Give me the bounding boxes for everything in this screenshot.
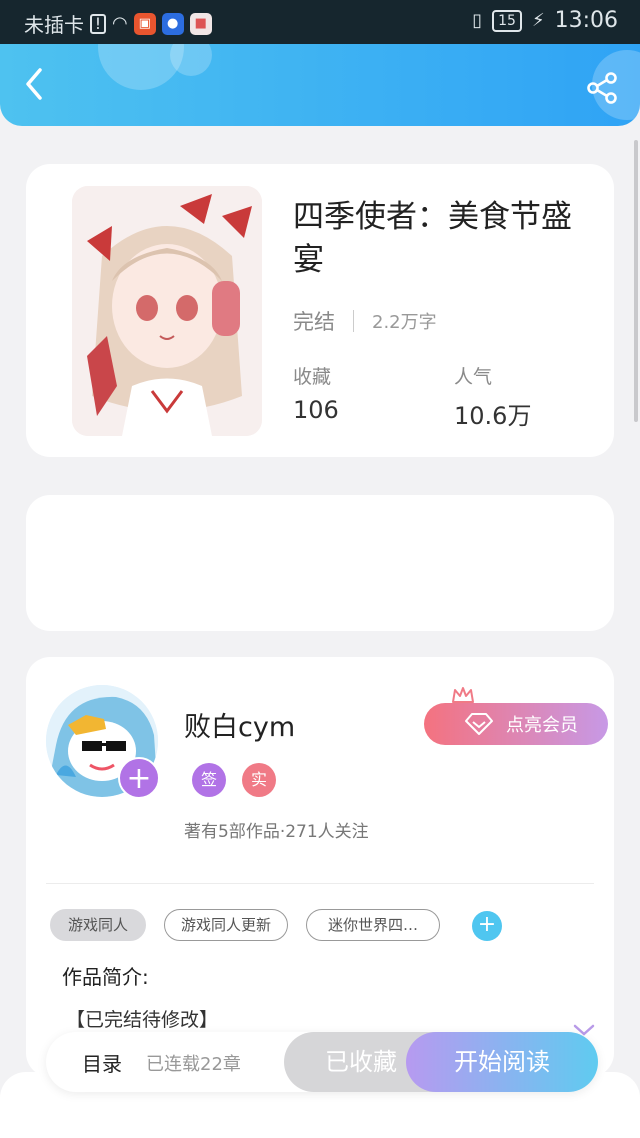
add-tag-button[interactable]: +: [472, 911, 502, 941]
verified-badge: 实: [242, 763, 276, 797]
scrollbar[interactable]: [634, 140, 638, 422]
tag-chip[interactable]: 迷你世界四…: [306, 909, 440, 941]
word-count: 2.2万字: [372, 312, 437, 333]
clock-text: 13:06: [554, 8, 618, 33]
vibrate-icon: ▯: [472, 10, 483, 31]
book-title: 四季使者：美食节盛宴: [293, 199, 572, 278]
battery-indicator: 15: [492, 9, 522, 32]
vip-button[interactable]: 点亮会员: [424, 703, 608, 745]
wifi-icon: ◠: [112, 13, 128, 34]
book-info-card: 四季使者：美食节盛宴 完结 2.2万字 收藏 106 人气 10.6万: [26, 164, 614, 457]
signed-badge: 签: [192, 763, 226, 797]
crown-icon: [452, 687, 474, 703]
charging-icon: ⚡: [531, 10, 545, 31]
share-icon: [587, 72, 617, 104]
diamond-icon: [465, 713, 493, 735]
favorites-label: 收藏: [293, 366, 332, 388]
popularity-label: 人气: [454, 366, 493, 388]
follow-author-button[interactable]: +: [118, 757, 160, 799]
back-button[interactable]: [20, 64, 54, 104]
cake-notification-icon: ■: [189, 12, 212, 35]
intro-text: 【已完结待修改】: [66, 1009, 219, 1031]
page-header: [0, 44, 640, 126]
status-bar: 未插卡 ! ◠ ▣ ● ■ ▯ 15 ⚡ 13:06: [0, 0, 640, 44]
book-status: 完结: [293, 310, 335, 334]
section-divider: [46, 883, 594, 884]
chevron-left-icon: [26, 68, 42, 100]
intro-heading: 作品简介:: [62, 965, 149, 989]
start-reading-button[interactable]: 开始阅读: [406, 1032, 598, 1092]
author-name[interactable]: 败白cym: [184, 705, 295, 744]
cover-illustration: [72, 186, 262, 436]
toc-button[interactable]: 目录: [82, 1048, 122, 1077]
tag-chip[interactable]: 游戏同人更新: [164, 909, 288, 941]
book-cover-image[interactable]: [72, 186, 262, 436]
book-status-line: 完结 2.2万字: [293, 306, 437, 336]
app-notification-icon: ▣: [133, 12, 156, 35]
tag-chip[interactable]: 游戏同人: [50, 909, 146, 941]
share-button[interactable]: [584, 70, 620, 106]
bottom-action-bar: 目录 已连载22章 已收藏 开始阅读: [46, 1032, 598, 1092]
alert-icon: !: [90, 13, 106, 34]
status-divider: [353, 310, 354, 332]
serial-info: 已连载22章: [146, 1054, 241, 1075]
blank-card: [26, 495, 614, 631]
author-card: + 败白cym 签 实 著有5部作品·271人关注 点亮会员 游戏同人 游戏同人…: [26, 657, 614, 1077]
popularity-count: 10.6万: [454, 402, 532, 430]
author-meta: 著有5部作品·271人关注: [184, 822, 369, 842]
carrier-text: 未插卡: [24, 13, 84, 37]
status-right: ▯ 15 ⚡ 13:06: [472, 8, 618, 33]
status-left: 未插卡 ! ◠ ▣ ● ■: [24, 9, 212, 38]
bulb-notification-icon: ●: [161, 12, 184, 35]
favorites-count: 106: [293, 396, 339, 424]
vip-label: 点亮会员: [506, 715, 578, 736]
